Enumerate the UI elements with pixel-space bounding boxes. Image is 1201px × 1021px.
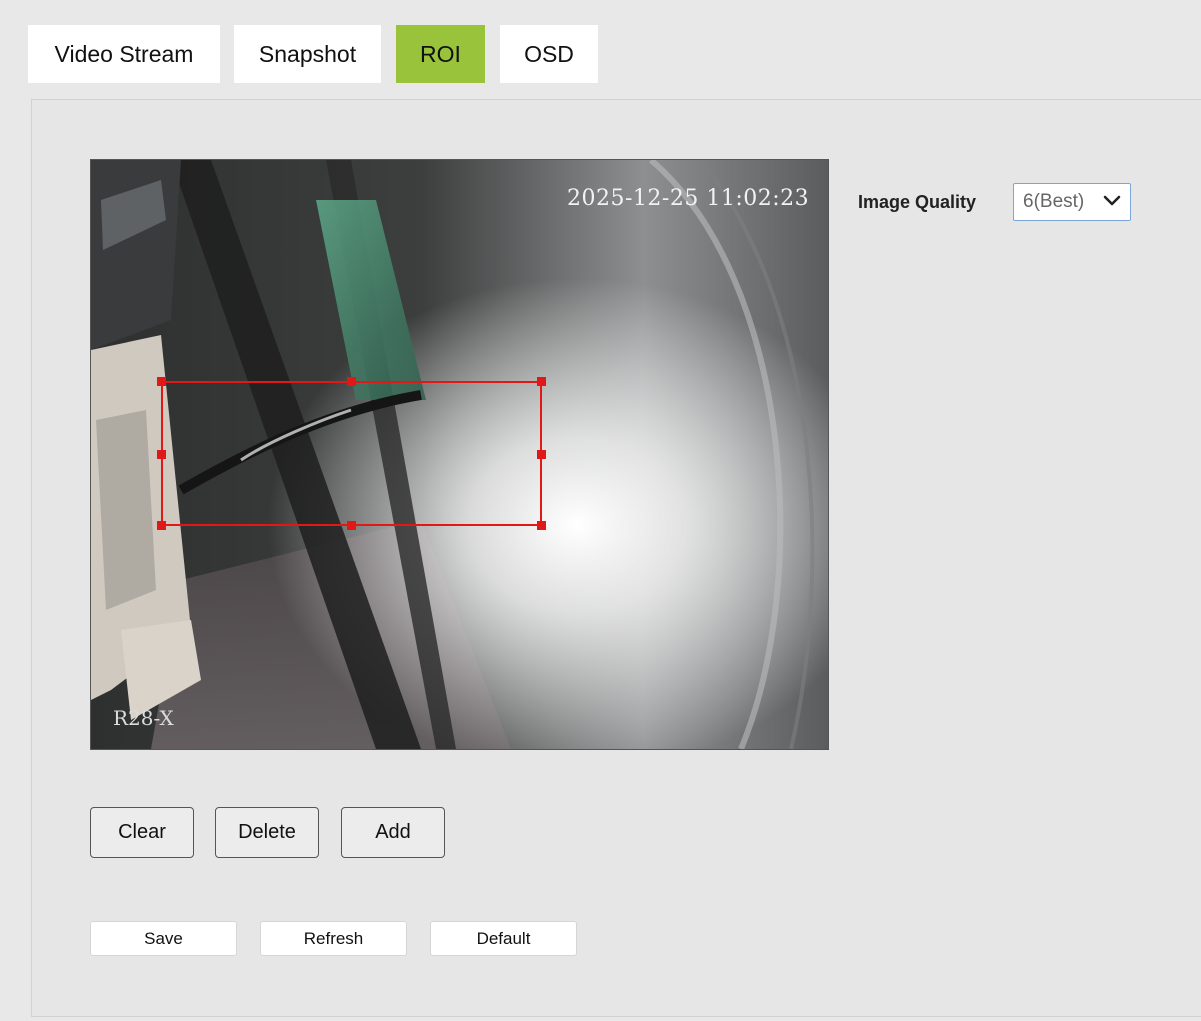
- image-quality-value: 6(Best): [1023, 191, 1085, 212]
- default-button[interactable]: Default: [430, 921, 577, 956]
- roi-handle-top-left[interactable]: [157, 377, 166, 386]
- roi-handle-bottom-left[interactable]: [157, 521, 166, 530]
- roi-handle-top-middle[interactable]: [347, 377, 356, 386]
- add-button[interactable]: Add: [341, 807, 445, 858]
- image-quality-select[interactable]: 6(Best): [1013, 183, 1131, 221]
- save-button[interactable]: Save: [90, 921, 237, 956]
- roi-region-box[interactable]: [157, 377, 546, 530]
- roi-handle-middle-left[interactable]: [157, 450, 166, 459]
- osd-timestamp: 2025-12-25 11:02:23: [567, 186, 810, 211]
- roi-settings-page: Video Stream Snapshot ROI OSD 2025-12-25…: [0, 0, 1201, 1021]
- refresh-button[interactable]: Refresh: [260, 921, 407, 956]
- tab-video-stream[interactable]: Video Stream: [28, 25, 220, 83]
- tab-osd[interactable]: OSD: [500, 25, 598, 83]
- chevron-down-icon: [1103, 195, 1121, 206]
- video-preview[interactable]: 2025-12-25 11:02:23 R28-X: [90, 159, 829, 750]
- tab-snapshot[interactable]: Snapshot: [234, 25, 381, 83]
- roi-handle-bottom-middle[interactable]: [347, 521, 356, 530]
- osd-channel-name: R28-X: [113, 706, 174, 730]
- image-quality-label: Image Quality: [858, 192, 977, 212]
- tab-roi[interactable]: ROI: [396, 25, 485, 83]
- roi-handle-middle-right[interactable]: [537, 450, 546, 459]
- delete-button[interactable]: Delete: [215, 807, 319, 858]
- roi-handle-top-right[interactable]: [537, 377, 546, 386]
- clear-button[interactable]: Clear: [90, 807, 194, 858]
- roi-handle-bottom-right[interactable]: [537, 521, 546, 530]
